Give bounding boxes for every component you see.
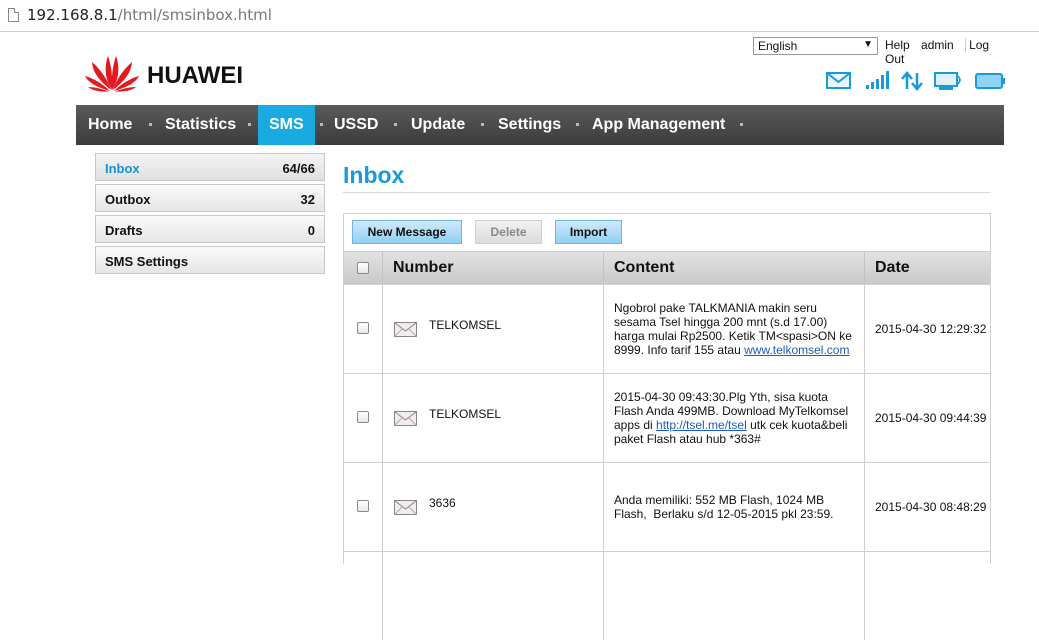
nav-sms[interactable]: SMS: [258, 105, 315, 145]
row-checkbox[interactable]: [357, 411, 369, 423]
message-date: 2015-04-30 08:48:29: [875, 500, 987, 514]
table-header: Number Content Date: [344, 251, 990, 285]
column-content[interactable]: Content: [603, 252, 865, 285]
nav-separator: [149, 123, 152, 126]
dropdown-arrow-icon: ▼: [863, 39, 873, 50]
sender-number: TELKOMSEL: [429, 318, 502, 332]
new-message-button[interactable]: New Message: [352, 220, 462, 244]
select-all-checkbox[interactable]: [357, 262, 369, 274]
username-label: admin: [921, 38, 954, 52]
sidebar-item-inbox[interactable]: Inbox 64/66: [95, 153, 325, 181]
nav-separator: [481, 123, 484, 126]
sidebar-item-label: SMS Settings: [105, 254, 189, 269]
page-title: Inbox: [343, 162, 405, 188]
envelope-icon: [394, 500, 417, 515]
url-text[interactable]: 192.168.8.1/html/smsinbox.html: [27, 6, 272, 24]
content-cell: [603, 552, 865, 640]
message-content: 2015-04-30 09:43:30.Plg Yth, sisa kuota …: [614, 390, 849, 446]
help-link[interactable]: Help: [885, 38, 910, 52]
content-cell: Ngobrol pake TALKMANIA makin seru sesama…: [603, 285, 865, 373]
date-cell: 2015-04-30 08:48:29: [864, 463, 990, 551]
mail-icon[interactable]: [826, 72, 851, 89]
nav-separator: [248, 123, 251, 126]
signal-strength-icon: [866, 71, 889, 89]
nav-ussd[interactable]: USSD: [323, 105, 389, 145]
table-row[interactable]: 3636 Anda memiliki: 552 MB Flash, 1024 M…: [344, 462, 990, 551]
header: HUAWEI English ▼ Help admin Log Out: [76, 32, 1005, 105]
date-cell: 2015-04-30 12:29:32: [864, 285, 990, 373]
table-row[interactable]: TELKOMSEL Ngobrol pake TALKMANIA makin s…: [344, 284, 990, 373]
page-icon: [8, 8, 19, 22]
telkomsel-link[interactable]: www.telkomsel.com: [744, 343, 849, 357]
language-value: English: [758, 39, 798, 53]
sidebar-item-label: Outbox: [105, 192, 151, 207]
row-checkbox[interactable]: [357, 500, 369, 512]
data-transfer-icon: [901, 71, 923, 91]
nav-update[interactable]: Update: [400, 105, 476, 145]
message-date: 2015-04-30 09:44:39: [875, 411, 987, 425]
import-button[interactable]: Import: [555, 220, 622, 244]
nav-separator: [394, 123, 397, 126]
column-date[interactable]: Date: [864, 252, 990, 285]
content-cell: Anda memiliki: 552 MB Flash, 1024 MB Fla…: [603, 463, 865, 551]
date-cell: 2015-04-30 09:44:39: [864, 374, 990, 462]
delete-button[interactable]: Delete: [475, 220, 542, 244]
browser-address-bar[interactable]: 192.168.8.1/html/smsinbox.html: [0, 0, 1039, 32]
nav-settings[interactable]: Settings: [487, 105, 572, 145]
number-cell: 3636: [382, 463, 604, 551]
number-cell: TELKOMSEL: [382, 374, 604, 462]
nav-separator: [740, 123, 743, 126]
sidebar-item-drafts[interactable]: Drafts 0: [95, 215, 325, 243]
language-select[interactable]: English ▼: [753, 37, 878, 55]
nav-statistics[interactable]: Statistics: [154, 105, 247, 145]
sidebar-item-sms-settings[interactable]: SMS Settings: [95, 246, 325, 274]
main-nav: Home Statistics SMS USSD Update Settings…: [76, 105, 1004, 145]
inbox-panel: New Message Delete Import Number Content…: [343, 213, 991, 640]
message-content: Ngobrol pake TALKMANIA makin seru sesama…: [614, 301, 852, 357]
status-icons: [826, 71, 1005, 91]
content-cell: 2015-04-30 09:43:30.Plg Yth, sisa kuota …: [603, 374, 865, 462]
number-cell: [382, 552, 604, 640]
sender-number: TELKOMSEL: [429, 407, 502, 421]
brand-name: HUAWEI: [147, 62, 243, 89]
sms-sidebar: Inbox 64/66 Outbox 32 Drafts 0 SMS Setti…: [95, 153, 325, 277]
tsel-link[interactable]: http://tsel.me/tsel: [656, 418, 747, 432]
row-checkbox[interactable]: [357, 322, 369, 334]
message-content: Anda memiliki: 552 MB Flash, 1024 MB Fla…: [614, 493, 834, 521]
column-number[interactable]: Number: [382, 252, 604, 285]
message-date: 2015-04-30 12:29:32: [875, 322, 987, 336]
sidebar-item-outbox[interactable]: Outbox 32: [95, 184, 325, 212]
envelope-icon: [394, 322, 417, 337]
sender-number: 3636: [429, 496, 456, 510]
date-cell: [864, 552, 990, 640]
nav-separator: [576, 123, 579, 126]
table-row[interactable]: [344, 551, 990, 640]
sidebar-item-label: Drafts: [105, 223, 143, 238]
nav-app-management[interactable]: App Management: [581, 105, 736, 145]
drafts-count: 0: [307, 223, 315, 238]
inbox-toolbar: New Message Delete Import: [344, 214, 990, 251]
table-row[interactable]: TELKOMSEL 2015-04-30 09:43:30.Plg Yth, s…: [344, 373, 990, 462]
huawei-logo[interactable]: HUAWEI: [83, 52, 253, 92]
battery-icon: [975, 73, 1005, 89]
number-cell: TELKOMSEL: [382, 285, 604, 373]
top-links: Help admin Log Out: [885, 38, 1004, 66]
sidebar-item-label: Inbox: [105, 161, 140, 176]
connection-monitor-icon: [934, 72, 961, 90]
outbox-count: 32: [300, 192, 315, 207]
envelope-icon: [394, 411, 417, 426]
inbox-count: 64/66: [282, 161, 315, 176]
nav-home[interactable]: Home: [77, 105, 143, 145]
title-divider: [343, 192, 991, 193]
huawei-flower-icon: [85, 56, 139, 92]
